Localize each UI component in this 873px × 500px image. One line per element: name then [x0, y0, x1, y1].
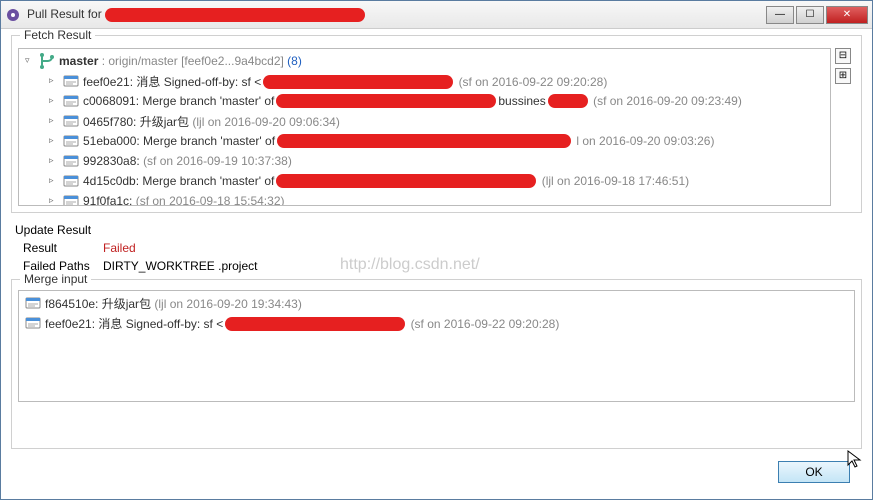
commit-icon [25, 315, 41, 331]
commit-icon [63, 93, 79, 109]
commit-row[interactable]: ▹c0068091: Merge branch 'master' ofbussi… [21, 91, 828, 111]
commit-row[interactable]: ▹91f0fa1c: (sf on 2016-09-18 15:54:32) [21, 191, 828, 206]
expand-icon[interactable]: ▹ [49, 175, 61, 187]
failed-paths-label: Failed Paths [23, 259, 103, 273]
expand-icon[interactable]: ▹ [49, 95, 61, 107]
expand-icon[interactable]: ▹ [49, 115, 61, 127]
window-title: Pull Result for [27, 7, 766, 22]
expand-icon[interactable]: ▹ [49, 135, 61, 147]
commit-icon [25, 295, 41, 311]
commit-icon [63, 193, 79, 206]
merge-item[interactable]: feef0e21: 消息 Signed-off-by: sf < (sf on … [21, 313, 852, 333]
expand-all-button[interactable]: ⊟ [835, 48, 851, 64]
failed-paths-value: DIRTY_WORKTREE .project [103, 259, 257, 273]
expand-icon[interactable]: ▹ [49, 195, 61, 206]
expand-icon[interactable]: ▹ [49, 155, 61, 167]
close-button[interactable]: ✕ [826, 6, 868, 24]
ok-button[interactable]: OK [778, 461, 850, 483]
commit-row[interactable]: ▹992830a8: (sf on 2016-09-19 10:37:38) [21, 151, 828, 171]
commit-icon [63, 73, 79, 89]
merge-list[interactable]: f864510e: 升级jar包 (ljl on 2016-09-20 19:3… [18, 290, 855, 402]
merge-input-group: Merge input f864510e: 升级jar包 (ljl on 201… [11, 279, 862, 449]
expand-icon[interactable]: ▹ [49, 75, 61, 87]
minimize-button[interactable]: — [766, 6, 794, 24]
maximize-button[interactable]: ☐ [796, 6, 824, 24]
collapse-icon[interactable]: ▿ [25, 55, 37, 67]
titlebar: Pull Result for — ☐ ✕ [1, 1, 872, 29]
commit-icon [63, 133, 79, 149]
commit-row[interactable]: ▹51eba000: Merge branch 'master' of l on… [21, 131, 828, 151]
update-result-section: Update Result Result Failed Failed Paths… [11, 219, 862, 279]
merge-item[interactable]: f864510e: 升级jar包 (ljl on 2016-09-20 19:3… [21, 293, 852, 313]
app-icon [5, 7, 21, 23]
fetch-tree[interactable]: ▿ master : origin/master [feef0e2...9a4b… [18, 48, 831, 206]
fetch-result-group: Fetch Result ▿ master : origin/master [f… [11, 35, 862, 213]
result-value: Failed [103, 241, 136, 255]
commit-row[interactable]: ▹0465f780: 升级jar包 (ljl on 2016-09-20 09:… [21, 111, 828, 131]
commit-icon [63, 173, 79, 189]
commit-row[interactable]: ▹feef0e21: 消息 Signed-off-by: sf < (sf on… [21, 71, 828, 91]
commit-icon [63, 153, 79, 169]
collapse-all-button[interactable]: ⊞ [835, 68, 851, 84]
result-label: Result [23, 241, 103, 255]
branch-icon [39, 53, 55, 69]
fetch-result-label: Fetch Result [20, 29, 95, 42]
commit-row[interactable]: ▹4d15c0db: Merge branch 'master' of (ljl… [21, 171, 828, 191]
tree-root[interactable]: ▿ master : origin/master [feef0e2...9a4b… [21, 51, 828, 71]
merge-input-label: Merge input [20, 272, 91, 286]
update-result-label: Update Result [15, 223, 91, 237]
commit-icon [63, 113, 79, 129]
